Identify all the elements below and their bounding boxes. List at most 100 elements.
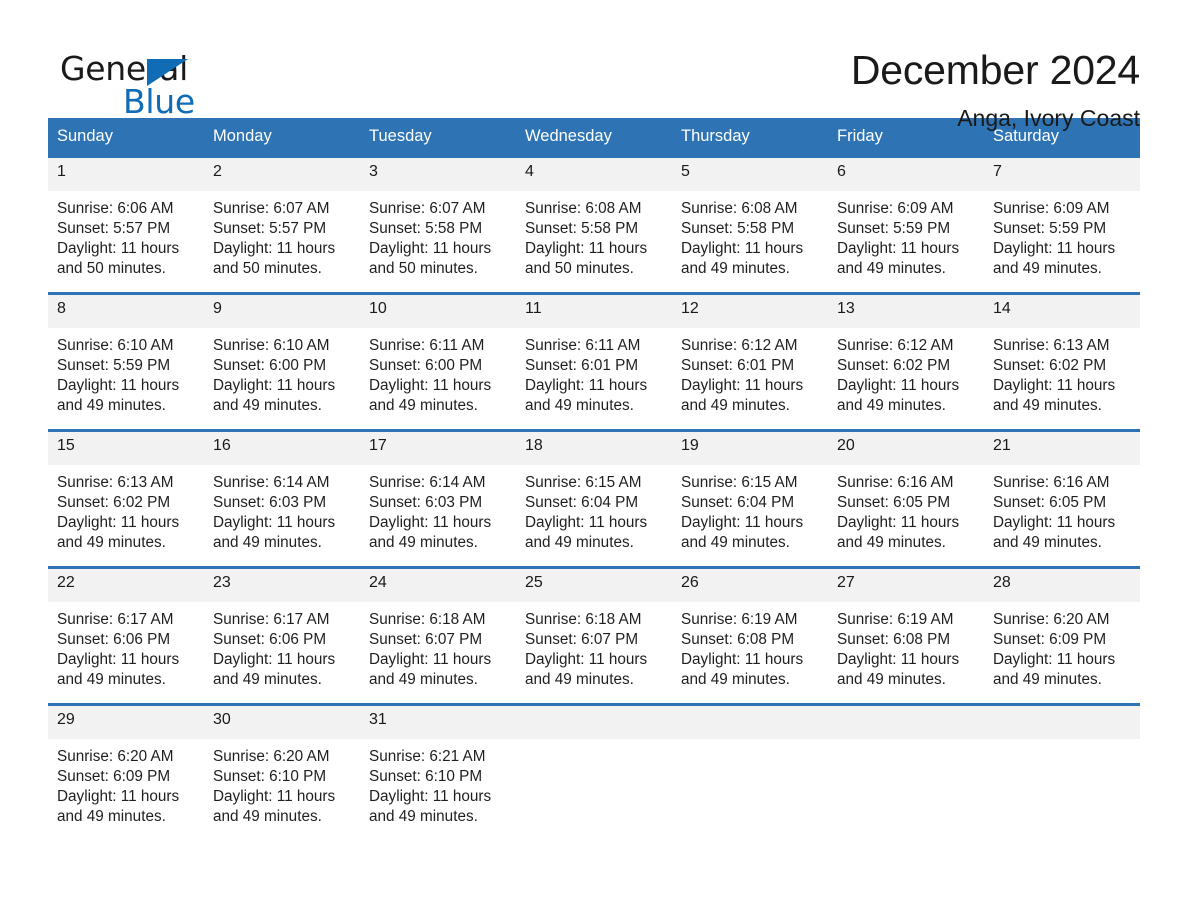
calendar-day-cell[interactable]: 12 Sunrise: 6:12 AM Sunset: 6:01 PM Dayligh… — [672, 292, 828, 414]
weekday-header-tuesday: Tuesday — [360, 118, 516, 157]
day-cell-content — [828, 706, 984, 818]
sunset-text: Sunset: 6:00 PM — [369, 357, 483, 374]
sunset-text: Sunset: 6:02 PM — [837, 357, 951, 374]
calendar-day-cell[interactable]: 18 Sunrise: 6:15 AM Sunset: 6:04 PM Dayligh… — [516, 429, 672, 551]
day-number — [828, 706, 984, 739]
calendar-day-cell[interactable]: 26 Sunrise: 6:19 AM Sunset: 6:08 PM Dayligh… — [672, 566, 828, 688]
sunset-text: Sunset: 6:09 PM — [993, 631, 1107, 648]
day-number: 18 — [516, 432, 672, 465]
day-details: Sunrise: 6:17 AM Sunset: 6:06 PM Daylight:… — [48, 602, 204, 690]
calendar-day-cell[interactable]: 21 Sunrise: 6:16 AM Sunset: 6:05 PM Dayligh… — [984, 429, 1140, 551]
day-number: 29 — [48, 706, 204, 739]
day-cell-content: 11 Sunrise: 6:11 AM Sunset: 6:01 PM Dayligh… — [516, 295, 672, 414]
calendar-week-row: 15 Sunrise: 6:13 AM Sunset: 6:02 PM Dayligh… — [48, 429, 1140, 551]
day-cell-content: 16 Sunrise: 6:14 AM Sunset: 6:03 PM Dayligh… — [204, 432, 360, 551]
day-cell-content: 26 Sunrise: 6:19 AM Sunset: 6:08 PM Dayligh… — [672, 569, 828, 688]
calendar-day-cell[interactable]: 28 Sunrise: 6:20 AM Sunset: 6:09 PM Dayligh… — [984, 566, 1140, 688]
sunrise-text: Sunrise: 6:16 AM — [837, 474, 954, 491]
day-number: 3 — [360, 158, 516, 191]
sunrise-text: Sunrise: 6:18 AM — [369, 611, 486, 628]
calendar-day-cell[interactable]: 11 Sunrise: 6:11 AM Sunset: 6:01 PM Dayligh… — [516, 292, 672, 414]
day-number: 25 — [516, 569, 672, 602]
sunrise-text: Sunrise: 6:08 AM — [681, 200, 798, 217]
calendar-day-cell[interactable]: 15 Sunrise: 6:13 AM Sunset: 6:02 PM Dayligh… — [48, 429, 204, 551]
sunrise-text: Sunrise: 6:09 AM — [837, 200, 954, 217]
calendar-day-cell[interactable]: 8 Sunrise: 6:10 AM Sunset: 5:59 PM Daylight… — [48, 292, 204, 414]
calendar-day-cell[interactable]: 2 Sunrise: 6:07 AM Sunset: 5:57 PM Daylight… — [204, 155, 360, 277]
calendar-day-cell[interactable]: 27 Sunrise: 6:19 AM Sunset: 6:08 PM Dayligh… — [828, 566, 984, 688]
sunset-text: Sunset: 6:08 PM — [681, 631, 795, 648]
day-cell-content: 17 Sunrise: 6:14 AM Sunset: 6:03 PM Dayligh… — [360, 432, 516, 551]
day-details: Sunrise: 6:20 AM Sunset: 6:10 PM Daylight:… — [204, 739, 360, 827]
sunrise-text: Sunrise: 6:19 AM — [681, 611, 798, 628]
sunrise-text: Sunrise: 6:09 AM — [993, 200, 1110, 217]
day-number: 24 — [360, 569, 516, 602]
weekday-header-thursday: Thursday — [672, 118, 828, 157]
sunset-text: Sunset: 6:07 PM — [369, 631, 483, 648]
calendar-day-cell[interactable]: 29 Sunrise: 6:20 AM Sunset: 6:09 PM Dayligh… — [48, 703, 204, 825]
day-number: 22 — [48, 569, 204, 602]
calendar-empty-cell — [516, 703, 672, 818]
day-number: 19 — [672, 432, 828, 465]
sunrise-text: Sunrise: 6:16 AM — [993, 474, 1110, 491]
sunrise-text: Sunrise: 6:12 AM — [681, 337, 798, 354]
day-number: 4 — [516, 158, 672, 191]
sunset-text: Sunset: 6:08 PM — [837, 631, 951, 648]
calendar-day-cell[interactable]: 24 Sunrise: 6:18 AM Sunset: 6:07 PM Dayligh… — [360, 566, 516, 688]
calendar-day-cell[interactable]: 17 Sunrise: 6:14 AM Sunset: 6:03 PM Dayligh… — [360, 429, 516, 551]
day-details: Sunrise: 6:13 AM Sunset: 6:02 PM Daylight:… — [984, 328, 1140, 416]
calendar-day-cell[interactable]: 4 Sunrise: 6:08 AM Sunset: 5:58 PM Daylight… — [516, 155, 672, 277]
sunrise-text: Sunrise: 6:18 AM — [525, 611, 642, 628]
day-cell-content: 23 Sunrise: 6:17 AM Sunset: 6:06 PM Dayligh… — [204, 569, 360, 688]
calendar-day-cell[interactable]: 9 Sunrise: 6:10 AM Sunset: 6:00 PM Daylight… — [204, 292, 360, 414]
day-details: Sunrise: 6:11 AM Sunset: 6:01 PM Daylight:… — [516, 328, 672, 416]
daylight-text: Daylight: 11 hours and 49 minutes. — [57, 788, 180, 825]
calendar-day-cell[interactable]: 14 Sunrise: 6:13 AM Sunset: 6:02 PM Dayligh… — [984, 292, 1140, 414]
sunset-text: Sunset: 6:09 PM — [57, 768, 171, 785]
calendar-day-cell[interactable]: 31 Sunrise: 6:21 AM Sunset: 6:10 PM Dayligh… — [360, 703, 516, 825]
day-number: 31 — [360, 706, 516, 739]
day-cell-content — [672, 706, 828, 818]
general-blue-logo[interactable]: General Blue — [48, 46, 248, 118]
calendar-day-cell[interactable]: 7 Sunrise: 6:09 AM Sunset: 5:59 PM Daylight… — [984, 155, 1140, 277]
day-details — [828, 739, 984, 747]
calendar-day-cell[interactable]: 13 Sunrise: 6:12 AM Sunset: 6:02 PM Dayligh… — [828, 292, 984, 414]
sunrise-text: Sunrise: 6:11 AM — [525, 337, 641, 354]
day-details: Sunrise: 6:09 AM Sunset: 5:59 PM Daylight:… — [828, 191, 984, 279]
day-number — [516, 706, 672, 739]
calendar-day-cell[interactable]: 23 Sunrise: 6:17 AM Sunset: 6:06 PM Dayligh… — [204, 566, 360, 688]
calendar-day-cell[interactable]: 25 Sunrise: 6:18 AM Sunset: 6:07 PM Dayligh… — [516, 566, 672, 688]
day-details: Sunrise: 6:11 AM Sunset: 6:00 PM Daylight:… — [360, 328, 516, 416]
day-number: 11 — [516, 295, 672, 328]
sunset-text: Sunset: 6:05 PM — [993, 494, 1107, 511]
calendar-day-cell[interactable]: 1 Sunrise: 6:06 AM Sunset: 5:57 PM Daylight… — [48, 155, 204, 277]
sunset-text: Sunset: 6:07 PM — [525, 631, 639, 648]
calendar-day-cell[interactable]: 5 Sunrise: 6:08 AM Sunset: 5:58 PM Daylight… — [672, 155, 828, 277]
calendar-day-cell[interactable]: 16 Sunrise: 6:14 AM Sunset: 6:03 PM Dayligh… — [204, 429, 360, 551]
day-cell-content: 5 Sunrise: 6:08 AM Sunset: 5:58 PM Daylight… — [672, 158, 828, 277]
day-details: Sunrise: 6:06 AM Sunset: 5:57 PM Daylight:… — [48, 191, 204, 279]
day-details: Sunrise: 6:09 AM Sunset: 5:59 PM Daylight:… — [984, 191, 1140, 279]
calendar-day-cell[interactable]: 3 Sunrise: 6:07 AM Sunset: 5:58 PM Daylight… — [360, 155, 516, 277]
calendar-day-cell[interactable]: 19 Sunrise: 6:15 AM Sunset: 6:04 PM Dayligh… — [672, 429, 828, 551]
day-number: 6 — [828, 158, 984, 191]
calendar-day-cell[interactable]: 30 Sunrise: 6:20 AM Sunset: 6:10 PM Dayligh… — [204, 703, 360, 825]
calendar-day-cell[interactable]: 20 Sunrise: 6:16 AM Sunset: 6:05 PM Dayligh… — [828, 429, 984, 551]
sunset-text: Sunset: 6:10 PM — [369, 768, 483, 785]
calendar-day-cell[interactable]: 10 Sunrise: 6:11 AM Sunset: 6:00 PM Dayligh… — [360, 292, 516, 414]
day-details: Sunrise: 6:20 AM Sunset: 6:09 PM Daylight:… — [48, 739, 204, 827]
calendar-week-row: 29 Sunrise: 6:20 AM Sunset: 6:09 PM Dayligh… — [48, 703, 1140, 825]
page-header: General Blue December 2024 Anga, Ivory C… — [48, 0, 1140, 131]
sunrise-text: Sunrise: 6:13 AM — [57, 474, 174, 491]
day-cell-content: 31 Sunrise: 6:21 AM Sunset: 6:10 PM Dayligh… — [360, 706, 516, 825]
calendar-body: 1 Sunrise: 6:06 AM Sunset: 5:57 PM Daylight… — [48, 155, 1140, 825]
day-cell-content: 7 Sunrise: 6:09 AM Sunset: 5:59 PM Daylight… — [984, 158, 1140, 277]
calendar-day-cell[interactable]: 6 Sunrise: 6:09 AM Sunset: 5:59 PM Daylight… — [828, 155, 984, 277]
day-number: 13 — [828, 295, 984, 328]
day-number: 7 — [984, 158, 1140, 191]
calendar-day-cell[interactable]: 22 Sunrise: 6:17 AM Sunset: 6:06 PM Dayligh… — [48, 566, 204, 688]
day-details: Sunrise: 6:19 AM Sunset: 6:08 PM Daylight:… — [828, 602, 984, 690]
day-number: 15 — [48, 432, 204, 465]
sunset-text: Sunset: 6:01 PM — [525, 357, 639, 374]
day-details: Sunrise: 6:14 AM Sunset: 6:03 PM Daylight:… — [204, 465, 360, 553]
